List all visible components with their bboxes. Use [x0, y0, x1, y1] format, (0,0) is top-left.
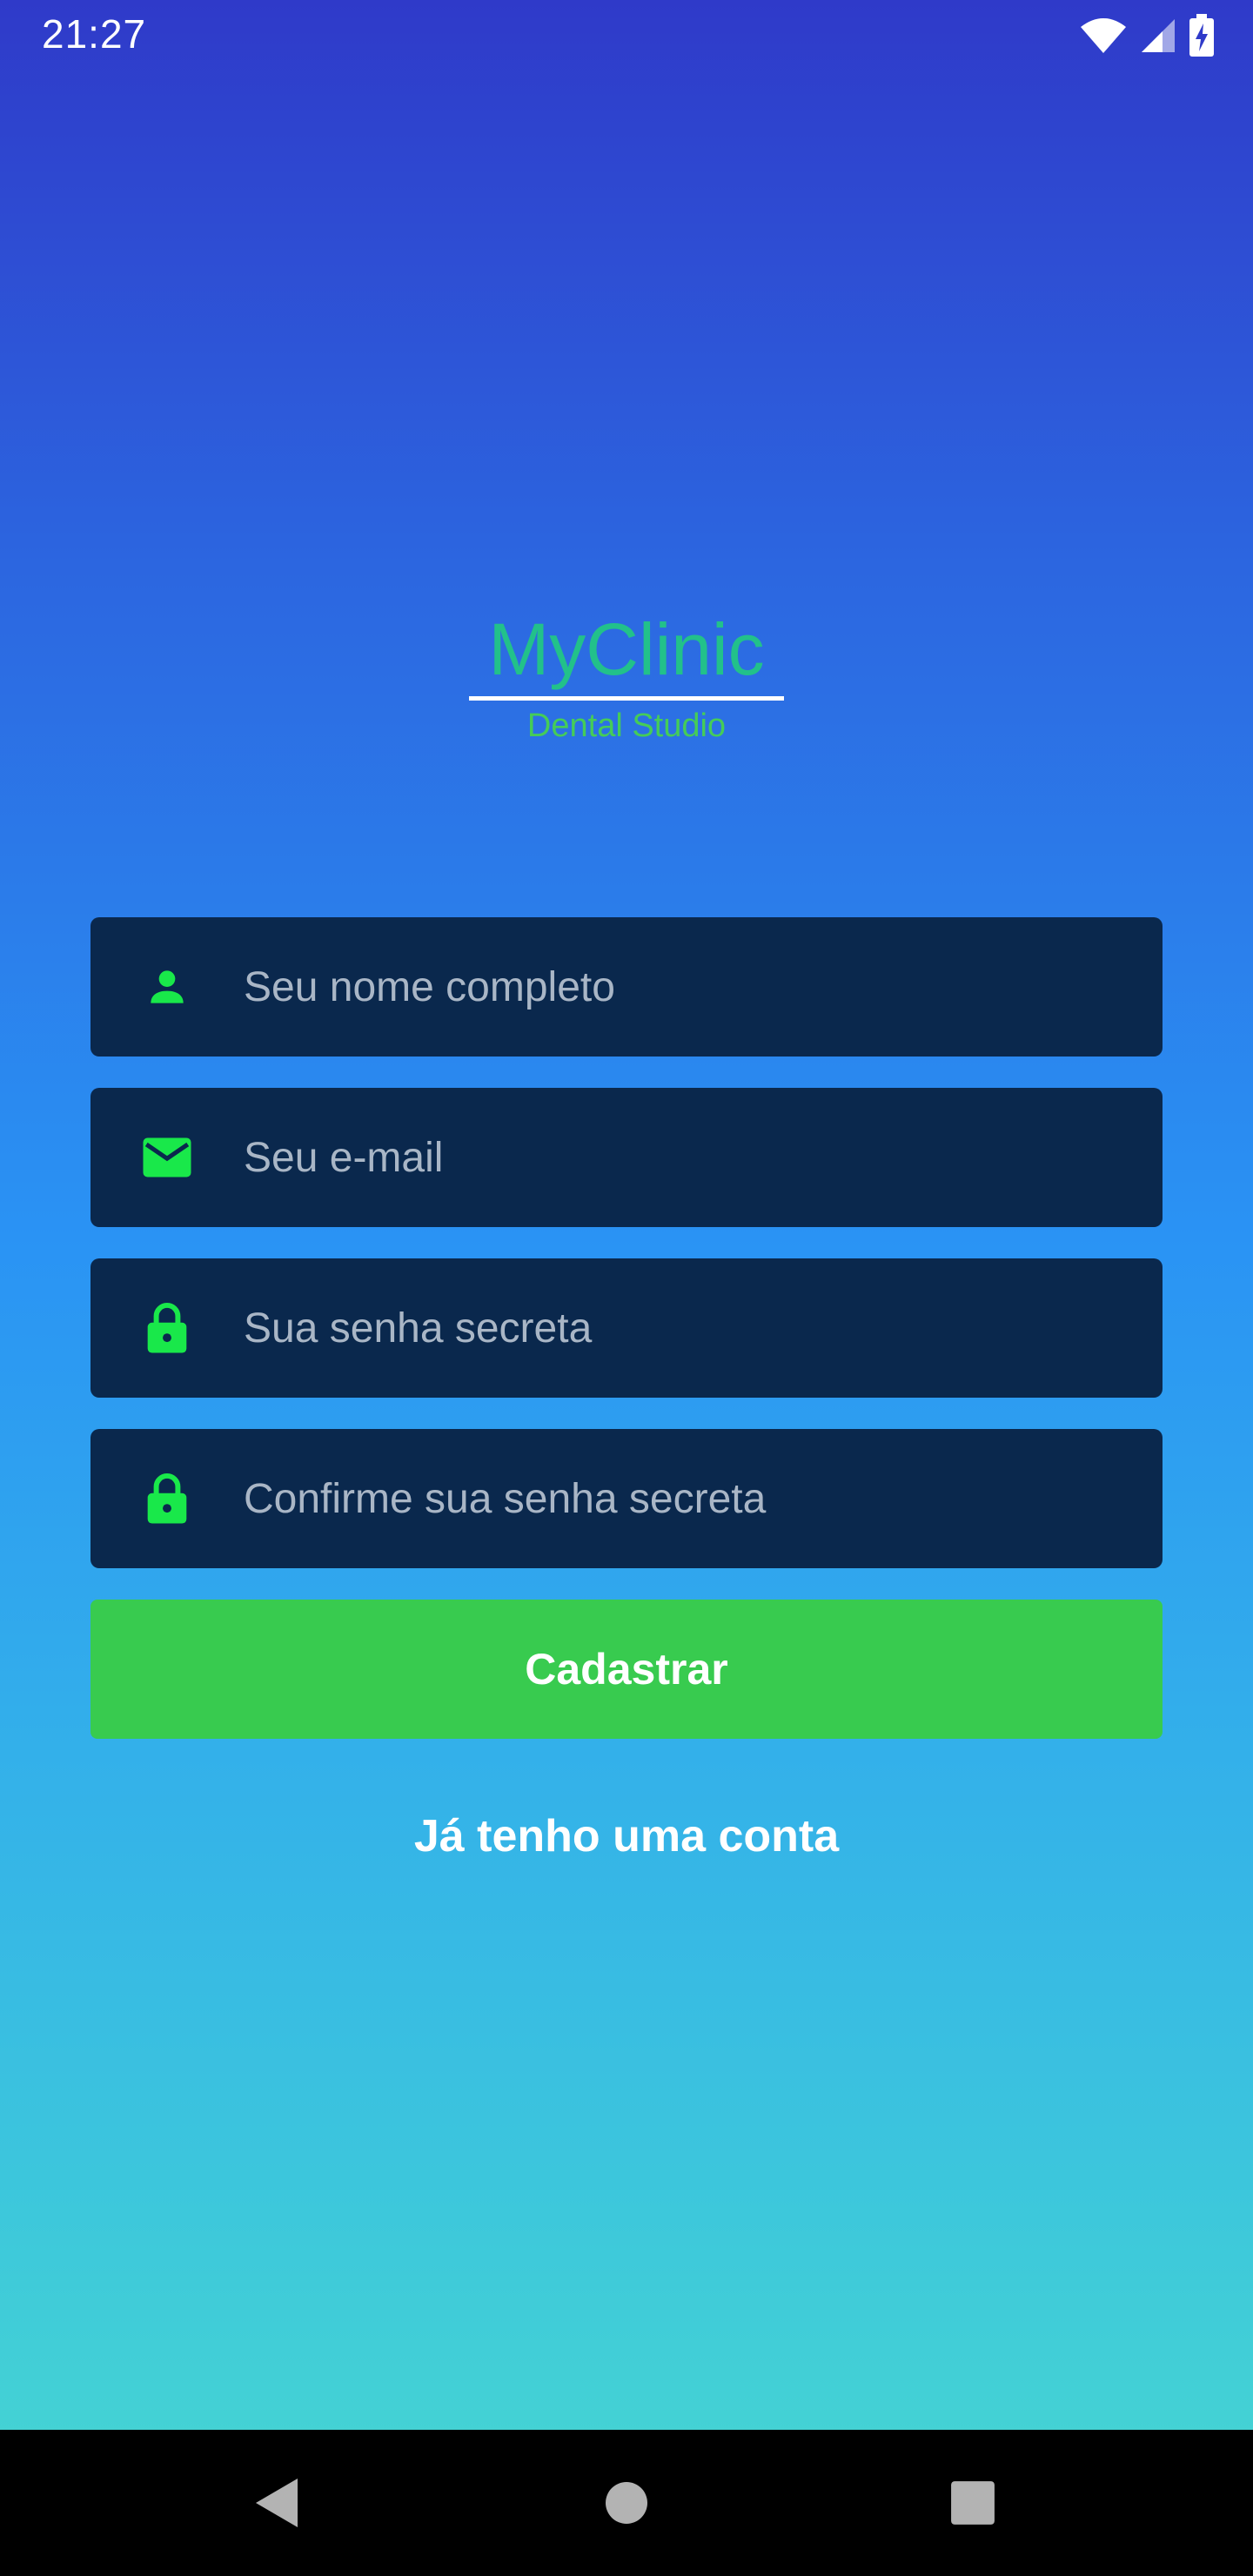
confirm-password-field[interactable] — [90, 1429, 1163, 1568]
name-input[interactable] — [244, 917, 1163, 1057]
mail-icon — [141, 1131, 193, 1184]
signup-form: Cadastrar Já tenho uma conta — [90, 917, 1163, 1862]
wifi-icon — [1079, 17, 1128, 59]
lock-icon — [141, 1472, 193, 1525]
back-icon[interactable] — [240, 2466, 313, 2539]
lock-icon — [141, 1302, 193, 1354]
recents-icon[interactable] — [936, 2466, 1009, 2539]
name-field[interactable] — [90, 917, 1163, 1057]
signup-screen: 21:27 MyClinic Dental Studio Seu nome co… — [0, 0, 1253, 2576]
status-bar: 21:27 — [0, 0, 1253, 73]
email-field[interactable] — [90, 1088, 1163, 1227]
home-icon[interactable] — [590, 2466, 663, 2539]
password-field[interactable] — [90, 1258, 1163, 1398]
battery-charging-icon — [1189, 13, 1215, 62]
person-icon — [141, 961, 193, 1013]
logo-title: MyClinic — [469, 609, 784, 701]
status-icons — [1079, 13, 1215, 62]
navigation-bar — [0, 2430, 1253, 2576]
password-input[interactable] — [244, 1258, 1163, 1398]
email-input[interactable] — [244, 1088, 1163, 1227]
status-time: 21:27 — [42, 11, 147, 57]
register-button[interactable]: Cadastrar — [90, 1600, 1163, 1739]
login-link[interactable]: Já tenho uma conta — [90, 1810, 1163, 1862]
confirm-password-input[interactable] — [244, 1429, 1163, 1568]
logo-subtitle: Dental Studio — [526, 708, 727, 745]
app-logo: MyClinic Dental Studio — [0, 609, 1253, 745]
cellular-signal-icon — [1140, 17, 1176, 58]
